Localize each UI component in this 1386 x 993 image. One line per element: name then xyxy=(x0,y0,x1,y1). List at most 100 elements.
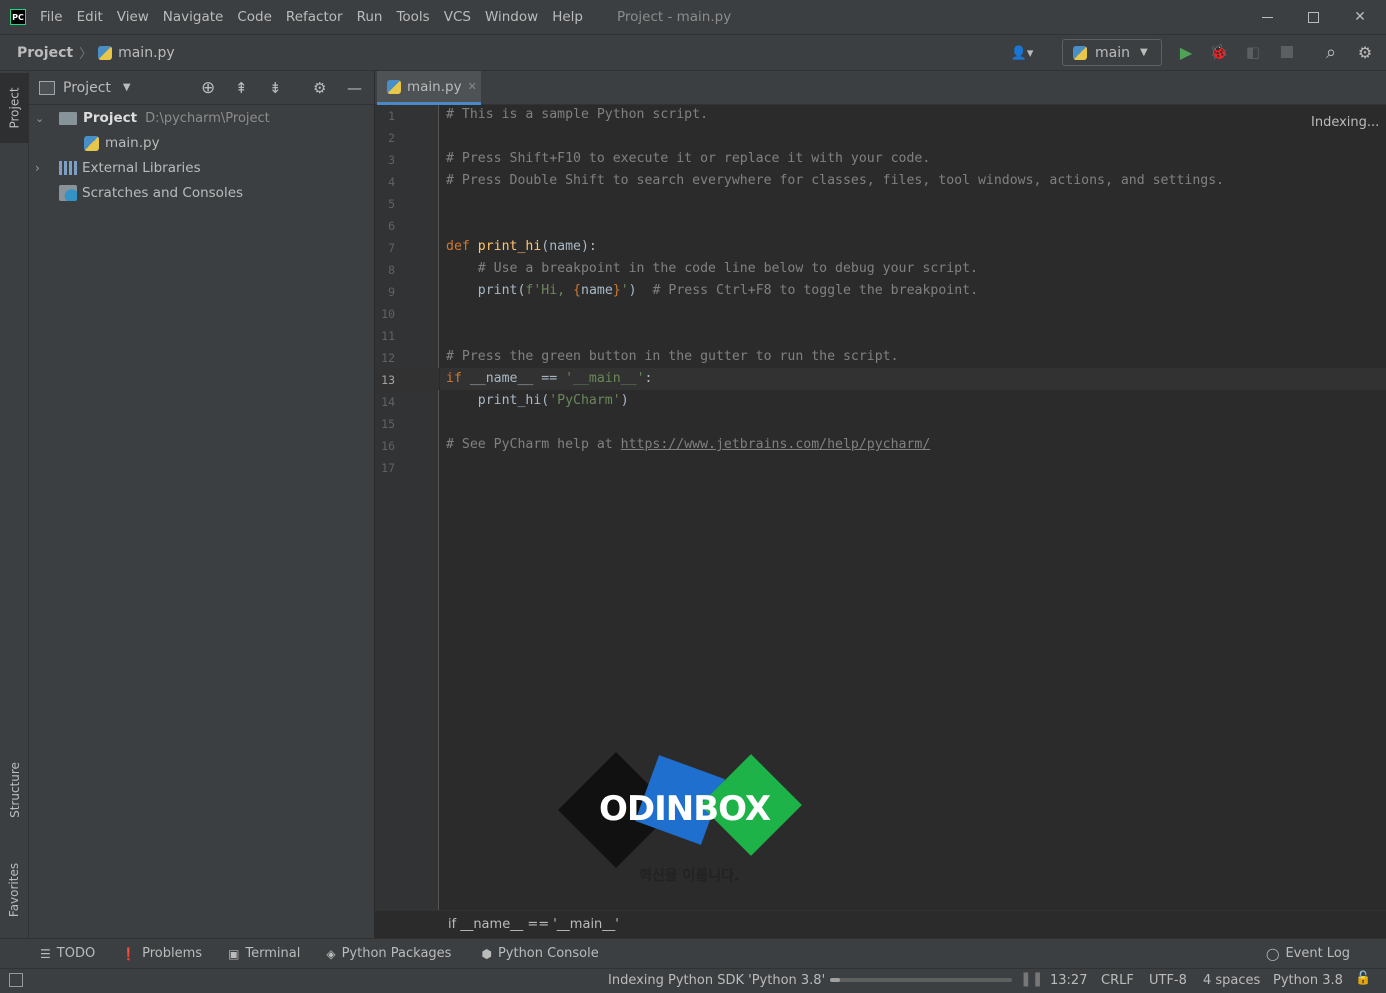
nav-crumb-file[interactable]: main.py xyxy=(118,45,175,61)
menu-file[interactable]: File xyxy=(40,9,63,25)
chevron-down-icon: ▼ xyxy=(122,82,131,93)
debug-icon[interactable]: 🐞 xyxy=(1208,41,1230,63)
tree-item-main-py[interactable]: main.py xyxy=(84,131,160,155)
menu-help[interactable]: Help xyxy=(552,9,583,25)
code-line: if __name__ == '__main__': xyxy=(446,371,653,386)
line-number: 6 xyxy=(388,219,395,233)
tree-label: Scratches and Consoles xyxy=(82,185,244,201)
python-icon xyxy=(1073,45,1087,60)
hide-panel-icon[interactable]: — xyxy=(347,79,362,97)
logo-tagline: 혁신을 이룹니다. xyxy=(639,868,740,884)
project-panel: Project ▼ ⊕ ⇞ ⇟ ⚙ — ⌄ Project D:\pycharm… xyxy=(29,71,375,938)
python-console-tab[interactable]: ⬢ Python Console xyxy=(481,946,598,961)
indexing-message: Indexing Python SDK 'Python 3.8' xyxy=(608,973,826,988)
caret-position[interactable]: 13:27 xyxy=(1050,973,1087,988)
line-number: 17 xyxy=(381,461,395,475)
file-encoding[interactable]: UTF-8 xyxy=(1149,973,1187,988)
code-line: print(f'Hi, {name}') # Press Ctrl+F8 to … xyxy=(446,283,979,298)
menu-window[interactable]: Window xyxy=(485,9,538,25)
expand-all-icon[interactable]: ⇞ xyxy=(235,79,248,97)
line-number: 9 xyxy=(388,285,395,299)
event-log-tab[interactable]: ◯ Event Log xyxy=(1266,946,1350,961)
terminal-tab[interactable]: ▣ Terminal xyxy=(228,946,300,961)
editor-tab-main-py[interactable]: main.py ✕ xyxy=(377,71,481,105)
python-file-icon xyxy=(98,45,113,60)
code-line: # Use a breakpoint in the code line belo… xyxy=(477,261,978,276)
search-icon[interactable]: ⌕ xyxy=(1319,41,1343,63)
close-tab-icon[interactable]: ✕ xyxy=(468,80,477,93)
todo-tab[interactable]: ☰ TODO xyxy=(40,946,95,961)
lock-icon[interactable]: 🔓 xyxy=(1355,971,1371,986)
maximize-button[interactable] xyxy=(1290,0,1336,34)
menu-vcs[interactable]: VCS xyxy=(444,9,471,25)
line-number: 8 xyxy=(388,263,395,277)
warning-icon: ❗ xyxy=(121,946,137,961)
line-number: 5 xyxy=(388,197,395,211)
python-packages-tab[interactable]: ◈ Python Packages xyxy=(326,946,451,961)
minimize-button[interactable] xyxy=(1244,0,1290,34)
logo-name: ODINBOX xyxy=(599,789,771,829)
menu-view[interactable]: View xyxy=(117,9,149,25)
structure-tool-label: Structure xyxy=(7,762,22,818)
run-config-select[interactable]: main ▼ xyxy=(1062,39,1162,66)
tab-label: main.py xyxy=(407,78,462,95)
line-number: 7 xyxy=(388,241,395,255)
collapse-all-icon[interactable]: ⇟ xyxy=(269,79,282,97)
favorites-tool-label: Favorites xyxy=(7,862,22,918)
folder-icon xyxy=(59,111,77,125)
menu-code[interactable]: Code xyxy=(237,9,272,25)
code-line: # Press Double Shift to search everywher… xyxy=(446,173,1225,188)
structure-tool-tab[interactable]: Structure xyxy=(0,747,29,833)
maximize-icon xyxy=(1307,11,1319,23)
tree-item-external-libraries[interactable]: › External Libraries xyxy=(35,156,201,180)
menu-tools[interactable]: Tools xyxy=(396,9,429,25)
problems-tab[interactable]: ❗ Problems xyxy=(121,946,202,961)
menu-navigate[interactable]: Navigate xyxy=(163,9,224,25)
line-number: 12 xyxy=(381,351,395,365)
editor-gutter: 1 2 3 4 5 6 7 8 9 10 11 12 13 14 15 16 17 xyxy=(375,105,439,910)
tab-label: Event Log xyxy=(1285,946,1351,961)
line-number: 16 xyxy=(381,439,395,453)
project-panel-header: Project ▼ ⊕ ⇞ ⇟ ⚙ — xyxy=(29,71,374,105)
close-window-button[interactable]: ✕ xyxy=(1337,0,1383,34)
code-line: def print_hi(name): xyxy=(446,239,597,254)
list-icon: ☰ xyxy=(40,946,51,961)
indexing-status: Indexing... xyxy=(1311,115,1380,130)
tab-label: Terminal xyxy=(245,946,301,961)
locate-icon[interactable]: ⊕ xyxy=(201,78,215,98)
project-view-select[interactable]: Project xyxy=(63,80,111,96)
tree-label: External Libraries xyxy=(82,160,201,176)
pause-icon[interactable]: ❚❚ xyxy=(1020,971,1043,987)
navigation-bar: Project 〉 main.py 👤▾ main ▼ ▶ 🐞 ◧ ⌕ ⚙ xyxy=(0,34,1386,71)
favorites-tool-tab[interactable]: Favorites xyxy=(0,847,29,933)
menu-refactor[interactable]: Refactor xyxy=(286,9,343,25)
editor-breadcrumb[interactable]: if __name__ == '__main__' xyxy=(375,910,1386,938)
line-number: 11 xyxy=(381,329,395,343)
line-separator[interactable]: CRLF xyxy=(1101,973,1134,988)
settings-gear-icon[interactable]: ⚙ xyxy=(313,79,326,97)
interpreter-setting[interactable]: Python 3.8 xyxy=(1273,973,1343,988)
menu-edit[interactable]: Edit xyxy=(77,9,103,25)
window-title: Project - main.py xyxy=(616,9,732,25)
run-icon[interactable]: ▶ xyxy=(1175,41,1197,63)
project-tool-tab[interactable]: Project xyxy=(0,73,29,143)
stop-icon[interactable] xyxy=(1276,41,1298,63)
chevron-down-icon: ▼ xyxy=(1139,47,1148,58)
minimize-icon xyxy=(1261,16,1273,18)
indent-setting[interactable]: 4 spaces xyxy=(1203,973,1260,988)
breadcrumb-label: if __name__ == '__main__' xyxy=(448,917,619,932)
settings-gear-icon[interactable]: ⚙ xyxy=(1353,41,1377,63)
toggle-tool-windows-icon[interactable] xyxy=(9,973,23,987)
line-number: 4 xyxy=(388,175,395,189)
user-icon[interactable]: 👤▾ xyxy=(1004,43,1040,63)
python-file-icon xyxy=(84,135,99,151)
title-bar: PC File Edit View Navigate Code Refactor… xyxy=(0,0,1386,34)
code-line: print_hi('PyCharm') xyxy=(446,393,629,408)
menu-run[interactable]: Run xyxy=(357,9,383,25)
nav-crumb-project[interactable]: Project xyxy=(17,45,73,61)
run-with-coverage-icon[interactable]: ◧ xyxy=(1242,41,1264,63)
library-icon xyxy=(59,161,77,175)
run-config-label: main xyxy=(1095,44,1130,61)
tree-item-scratches[interactable]: Scratches and Consoles xyxy=(59,181,243,205)
tree-item-project-root[interactable]: ⌄ Project D:\pycharm\Project xyxy=(35,106,270,130)
